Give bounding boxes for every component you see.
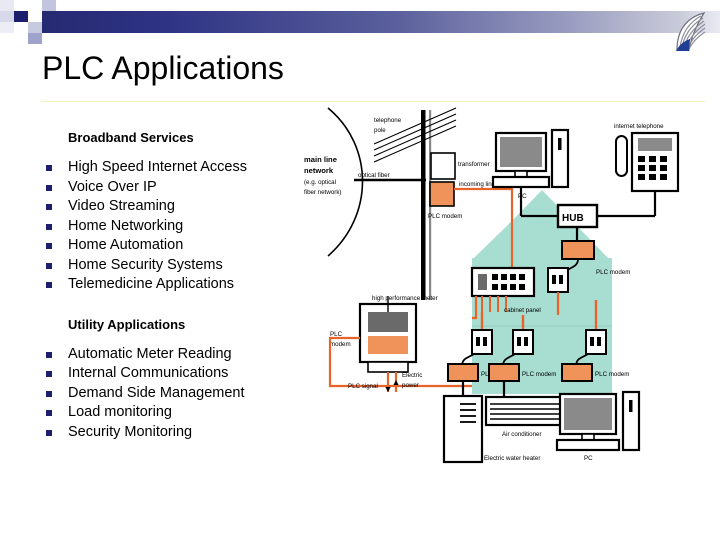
list-item-label: Home Security Systems xyxy=(68,256,223,273)
optical-fiber-label: optical fiber xyxy=(358,172,390,179)
list-item: Video Streaming xyxy=(40,197,340,217)
list-item-label: Voice Over IP xyxy=(68,178,157,195)
pole-plc-modem xyxy=(429,181,455,207)
square-bullet-icon xyxy=(46,184,52,191)
list-item: Home Automation xyxy=(40,236,340,256)
ac-plc-modem-label: PLC modem xyxy=(522,371,556,378)
utility-applications-list: Automatic Meter Reading Internal Communi… xyxy=(40,345,340,443)
hub-plc-modem xyxy=(561,240,595,260)
square-bullet-icon xyxy=(46,351,52,358)
list-item: Demand Side Management xyxy=(40,384,340,404)
plc-signal-arrow-icon xyxy=(385,387,391,392)
square-bullet-icon xyxy=(46,204,52,210)
list-item-label: Home Automation xyxy=(68,237,184,253)
list-item-label: Internal Communications xyxy=(68,365,229,381)
list-item: Security Monitoring xyxy=(40,423,340,443)
high-performance-meter-label: high performance meter xyxy=(372,295,438,302)
list-item-label: Home Networking xyxy=(68,217,184,234)
list-item: Automatic Meter Reading xyxy=(40,345,340,365)
cabinet-panel-label: cabinet panel xyxy=(504,307,541,314)
electric-power-label-2: power xyxy=(402,382,419,389)
telephone-pole-label-1: telephone xyxy=(374,117,402,124)
square-bullet-icon xyxy=(46,371,52,377)
list-item: Home Security Systems xyxy=(40,256,340,276)
hub-label: HUB xyxy=(562,213,584,224)
transformer-label: transformer xyxy=(458,161,490,168)
list-item-label: High Speed Internet Access xyxy=(68,159,247,175)
list-item: Telemedicine Applications xyxy=(40,275,340,295)
list-item-label: Automatic Meter Reading xyxy=(68,345,232,362)
list-item-label: Demand Side Management xyxy=(68,384,245,401)
slide-canvas: PLC Applications Broadband Services High… xyxy=(0,0,720,540)
meter-plc-modem-label-2: modem xyxy=(330,341,351,348)
header-gradient-band xyxy=(42,11,720,33)
square-bullet-icon xyxy=(46,243,52,249)
plc-home-network-diagram: main line network (e.g. optical fiber ne… xyxy=(296,100,716,500)
main-line-label-1: main line xyxy=(304,155,337,164)
main-line-label-2: network xyxy=(304,166,334,175)
electric-power-label-1: Electric xyxy=(402,372,422,379)
ac-plc-modem xyxy=(488,363,520,382)
list-item: Internal Communications xyxy=(40,364,340,384)
page-title: PLC Applications xyxy=(42,50,284,86)
list-item: Voice Over IP xyxy=(40,178,340,198)
plc-signal-label: PLC signal xyxy=(348,383,378,390)
electric-water-heater-label: Electric water heater xyxy=(484,455,540,462)
square-bullet-icon xyxy=(46,390,52,397)
square-bullet-icon xyxy=(46,429,52,436)
feather-wing-logo-icon xyxy=(663,6,715,58)
pc-wall-socket xyxy=(585,329,607,355)
pole-plc-modem-label: PLC modem xyxy=(428,213,462,220)
bottom-pc-label: PC xyxy=(584,455,593,462)
broadband-services-list: High Speed Internet Access Voice Over IP… xyxy=(40,158,340,295)
square-bullet-icon xyxy=(46,262,52,269)
list-item: Load monitoring xyxy=(40,403,340,423)
transformer-box xyxy=(430,152,456,180)
electric-water-heater xyxy=(442,394,484,464)
main-line-label-3: (e.g. optical xyxy=(304,179,336,186)
heater-plc-modem xyxy=(447,363,479,382)
list-item-label: Load monitoring xyxy=(68,404,172,420)
hub-wall-socket xyxy=(547,267,569,293)
list-item: High Speed Internet Access xyxy=(40,158,340,178)
incoming-line-label: incoming line xyxy=(459,181,496,188)
list-item-label: Video Streaming xyxy=(68,198,175,214)
top-pc xyxy=(491,128,570,189)
telephone-pole-label-2: pole xyxy=(374,127,386,134)
internet-telephone-label: internet telephone xyxy=(614,123,664,130)
square-bullet-icon xyxy=(46,165,52,171)
pc-plc-modem xyxy=(561,363,593,382)
main-line-label-4: fiber network) xyxy=(304,189,341,196)
list-item-label: Telemedicine Applications xyxy=(68,276,235,292)
internet-telephone xyxy=(615,131,680,193)
content-body: Broadband Services High Speed Internet A… xyxy=(40,130,340,442)
high-performance-meter xyxy=(358,296,418,373)
heater-wall-socket xyxy=(471,329,493,355)
ac-wall-socket xyxy=(512,329,534,355)
pc-plc-modem-label: PLC modem xyxy=(595,371,629,378)
square-bullet-icon xyxy=(46,282,52,288)
square-bullet-icon xyxy=(46,223,52,230)
list-item-label: Security Monitoring xyxy=(68,423,193,440)
bottom-pc xyxy=(555,390,641,452)
list-item: Home Networking xyxy=(40,217,340,237)
air-conditioner-label: Air conditioner xyxy=(502,431,542,438)
square-bullet-icon xyxy=(46,410,52,416)
air-conditioner xyxy=(484,395,572,427)
hub-plc-modem-label: PLC modem xyxy=(596,269,630,276)
electric-power-arrow-icon xyxy=(393,380,399,385)
top-pc-label: PC xyxy=(518,193,527,200)
